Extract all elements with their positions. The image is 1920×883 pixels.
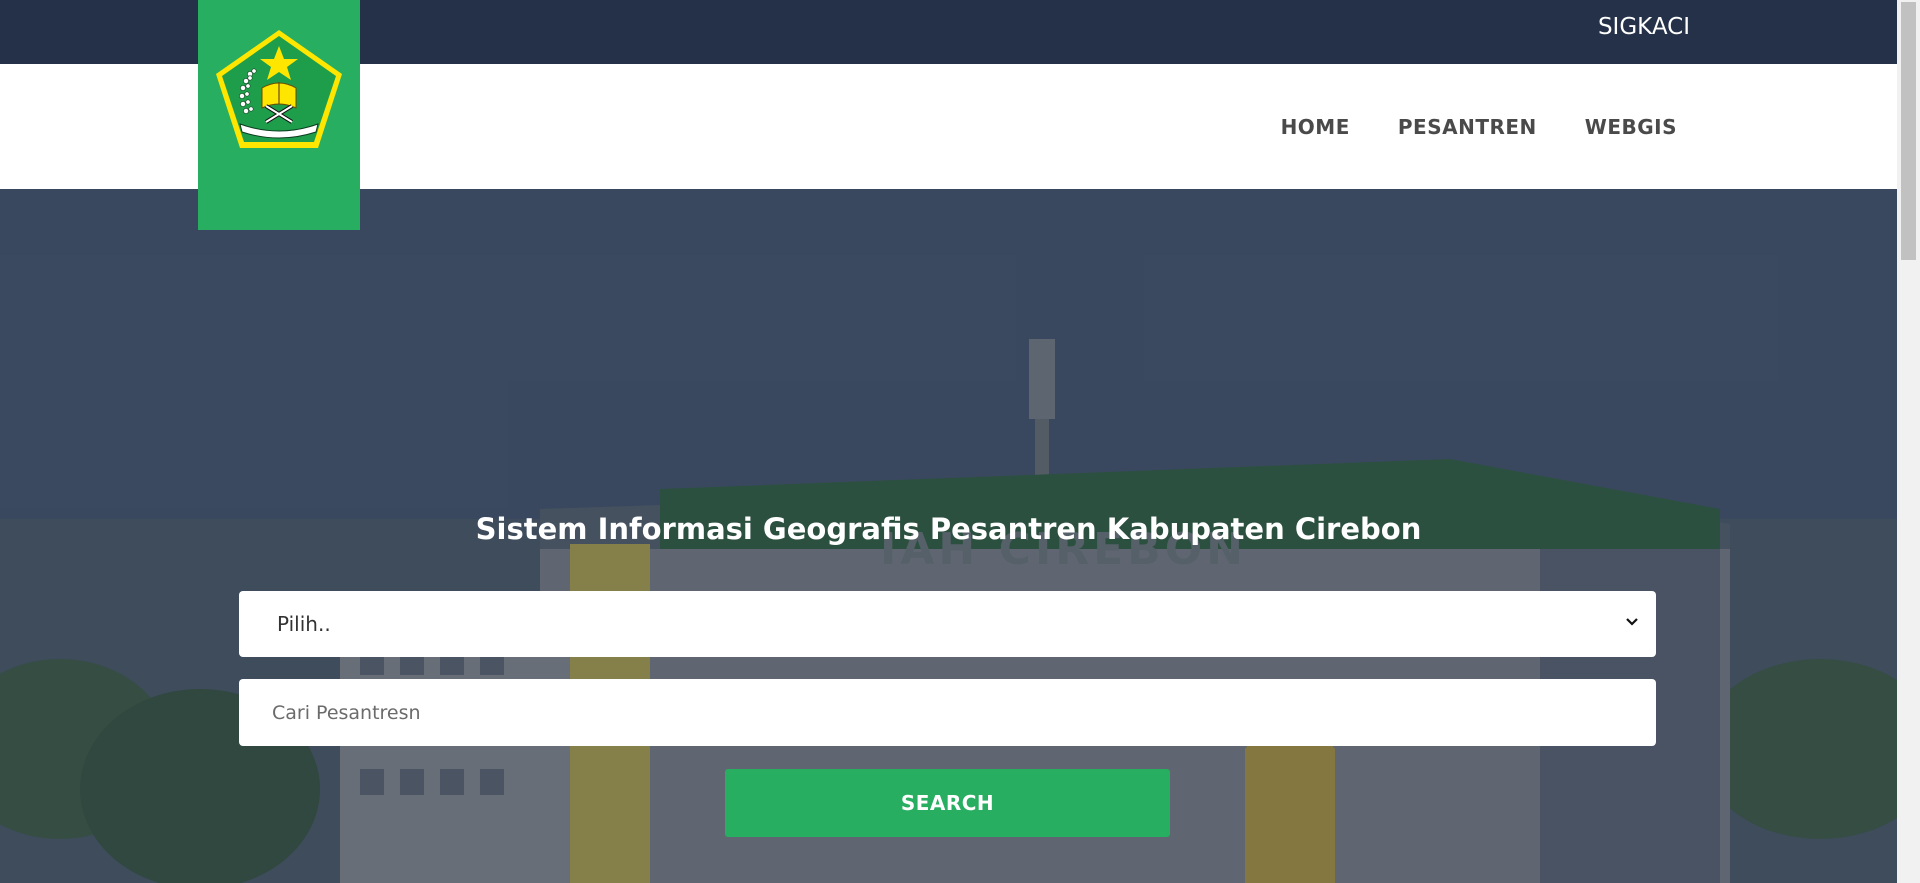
kemenag-logo-icon: [216, 30, 342, 148]
hero-title: Sistem Informasi Geografis Pesantren Kab…: [475, 512, 1422, 546]
category-select[interactable]: Pilih..: [239, 591, 1656, 657]
nav-home[interactable]: HOME: [1281, 115, 1350, 139]
scrollbar-thumb[interactable]: [1901, 2, 1916, 260]
page-scrollbar[interactable]: [1897, 0, 1920, 883]
logo-container[interactable]: [198, 0, 360, 230]
search-input[interactable]: [239, 679, 1656, 746]
nav-links: HOME PESANTREN WEBGIS: [1281, 64, 1677, 189]
chevron-down-icon: [1626, 618, 1638, 626]
category-select-value: Pilih..: [277, 612, 331, 636]
hero-section: IAH CIREBON Sistem Informasi Geografis P…: [0, 189, 1897, 883]
site-brand[interactable]: SIGKACI: [1598, 14, 1690, 40]
nav-webgis[interactable]: WEBGIS: [1585, 115, 1677, 139]
search-button[interactable]: SEARCH: [725, 769, 1170, 837]
nav-pesantren[interactable]: PESANTREN: [1398, 115, 1537, 139]
